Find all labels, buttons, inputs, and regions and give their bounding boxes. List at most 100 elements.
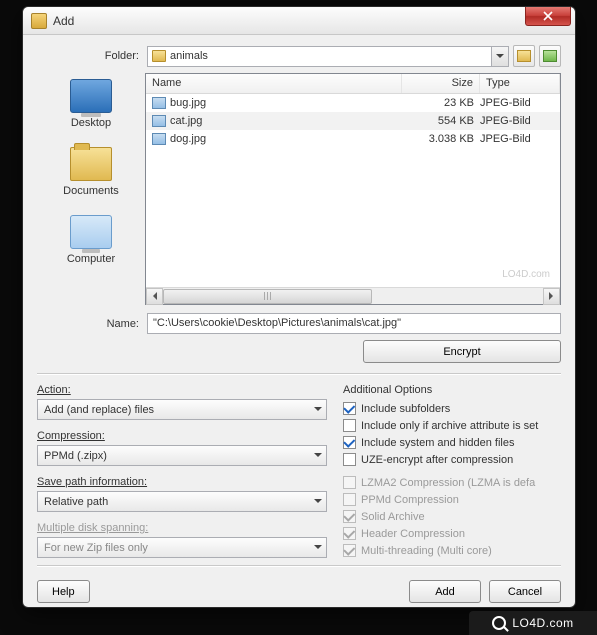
option-checkbox[interactable]: Include only if archive attribute is set bbox=[343, 417, 561, 434]
help-button[interactable]: Help bbox=[37, 580, 90, 603]
folder-up-icon bbox=[517, 50, 531, 62]
computer-icon bbox=[70, 215, 112, 249]
option-checkbox: Header Compression bbox=[343, 525, 561, 542]
option-label: Header Compression bbox=[361, 528, 465, 540]
option-checkbox: Solid Archive bbox=[343, 508, 561, 525]
action-label: Action: bbox=[37, 384, 327, 396]
place-documents[interactable]: Documents bbox=[37, 147, 145, 197]
scroll-right-button[interactable] bbox=[543, 288, 560, 305]
option-checkbox: Multi-threading (Multi core) bbox=[343, 542, 561, 559]
checkbox-icon bbox=[343, 453, 356, 466]
compression-select[interactable]: PPMd (.zipx) bbox=[37, 445, 327, 466]
image-file-icon bbox=[152, 115, 166, 127]
up-folder-button[interactable] bbox=[513, 45, 535, 67]
desktop-icon bbox=[70, 79, 112, 113]
separator bbox=[37, 565, 561, 566]
folder-value: animals bbox=[170, 50, 491, 62]
option-checkbox[interactable]: Include system and hidden files bbox=[343, 434, 561, 451]
file-type: JPEG-Bild bbox=[480, 133, 554, 145]
checkbox-icon bbox=[343, 402, 356, 415]
new-folder-button[interactable] bbox=[539, 45, 561, 67]
watermark: LO4D.com bbox=[502, 269, 550, 280]
file-type: JPEG-Bild bbox=[480, 97, 554, 109]
checkbox-icon bbox=[343, 419, 356, 432]
image-file-icon bbox=[152, 97, 166, 109]
file-list[interactable]: Name Size Type bug.jpg23 KBJPEG-Bildcat.… bbox=[145, 73, 561, 305]
compression-label: Compression: bbox=[37, 430, 327, 442]
magnifier-icon bbox=[492, 616, 506, 630]
action-select[interactable]: Add (and replace) files bbox=[37, 399, 327, 420]
folder-label: Folder: bbox=[37, 50, 147, 62]
file-name: cat.jpg bbox=[170, 115, 408, 127]
file-list-header: Name Size Type bbox=[146, 74, 560, 94]
place-computer[interactable]: Computer bbox=[37, 215, 145, 265]
checkbox-icon bbox=[343, 527, 356, 540]
place-label: Desktop bbox=[37, 117, 145, 129]
scroll-thumb[interactable] bbox=[163, 289, 372, 304]
file-row[interactable]: dog.jpg3.038 KBJPEG-Bild bbox=[146, 130, 560, 148]
checkbox-icon bbox=[343, 493, 356, 506]
window-title: Add bbox=[53, 14, 74, 28]
image-file-icon bbox=[152, 133, 166, 145]
brand-text: LO4D.com bbox=[512, 616, 573, 630]
chevron-down-icon bbox=[309, 446, 326, 465]
savepath-select[interactable]: Relative path bbox=[37, 491, 327, 512]
checkbox-icon bbox=[343, 510, 356, 523]
documents-icon bbox=[70, 147, 112, 181]
chevron-down-icon bbox=[309, 400, 326, 419]
file-row[interactable]: cat.jpg554 KBJPEG-Bild bbox=[146, 112, 560, 130]
span-select: For new Zip files only bbox=[37, 537, 327, 558]
separator bbox=[37, 373, 561, 374]
chevron-down-icon bbox=[309, 538, 326, 557]
option-label: PPMd Compression bbox=[361, 494, 459, 506]
close-icon bbox=[543, 11, 553, 21]
column-name[interactable]: Name bbox=[146, 74, 402, 93]
option-checkbox[interactable]: Include subfolders bbox=[343, 400, 561, 417]
add-dialog-window: Add Folder: animals Desktop bbox=[22, 6, 576, 608]
close-button[interactable] bbox=[525, 7, 571, 26]
option-label: Include system and hidden files bbox=[361, 437, 514, 449]
option-label: LZMA2 Compression (LZMA is defa bbox=[361, 477, 535, 489]
encrypt-button[interactable]: Encrypt bbox=[363, 340, 561, 363]
chevron-down-icon[interactable] bbox=[491, 47, 508, 66]
brand-footer: LO4D.com bbox=[469, 611, 597, 635]
file-size: 554 KB bbox=[408, 115, 480, 127]
place-label: Computer bbox=[37, 253, 145, 265]
file-size: 3.038 KB bbox=[408, 133, 480, 145]
span-label: Multiple disk spanning: bbox=[37, 522, 327, 534]
column-type[interactable]: Type bbox=[480, 74, 560, 93]
savepath-label: Save path information: bbox=[37, 476, 327, 488]
place-desktop[interactable]: Desktop bbox=[37, 79, 145, 129]
file-type: JPEG-Bild bbox=[480, 115, 554, 127]
option-checkbox[interactable]: UZE-encrypt after compression bbox=[343, 451, 561, 468]
folder-icon bbox=[152, 50, 166, 62]
horizontal-scrollbar[interactable] bbox=[146, 287, 560, 304]
option-label: Include only if archive attribute is set bbox=[361, 420, 538, 432]
option-checkbox: PPMd Compression bbox=[343, 491, 561, 508]
column-size[interactable]: Size bbox=[402, 74, 480, 93]
option-label: Multi-threading (Multi core) bbox=[361, 545, 492, 557]
add-button[interactable]: Add bbox=[409, 580, 481, 603]
checkbox-icon bbox=[343, 544, 356, 557]
chevron-down-icon bbox=[309, 492, 326, 511]
folder-new-icon bbox=[543, 50, 557, 62]
action-value: Add (and replace) files bbox=[44, 404, 154, 416]
scroll-left-button[interactable] bbox=[146, 288, 163, 305]
places-bar: Desktop Documents Computer bbox=[37, 73, 145, 305]
file-name: dog.jpg bbox=[170, 133, 408, 145]
option-label: Include subfolders bbox=[361, 403, 450, 415]
checkbox-icon bbox=[343, 436, 356, 449]
cancel-button[interactable]: Cancel bbox=[489, 580, 561, 603]
name-input[interactable]: "C:\Users\cookie\Desktop\Pictures\animal… bbox=[147, 313, 561, 334]
scroll-track[interactable] bbox=[163, 289, 543, 304]
app-icon bbox=[31, 13, 47, 29]
savepath-value: Relative path bbox=[44, 496, 108, 508]
file-size: 23 KB bbox=[408, 97, 480, 109]
folder-combobox[interactable]: animals bbox=[147, 46, 509, 67]
titlebar: Add bbox=[23, 7, 575, 35]
name-label: Name: bbox=[37, 318, 147, 330]
additional-options-title: Additional Options bbox=[343, 384, 561, 396]
checkbox-icon bbox=[343, 476, 356, 489]
span-value: For new Zip files only bbox=[44, 542, 148, 554]
file-row[interactable]: bug.jpg23 KBJPEG-Bild bbox=[146, 94, 560, 112]
